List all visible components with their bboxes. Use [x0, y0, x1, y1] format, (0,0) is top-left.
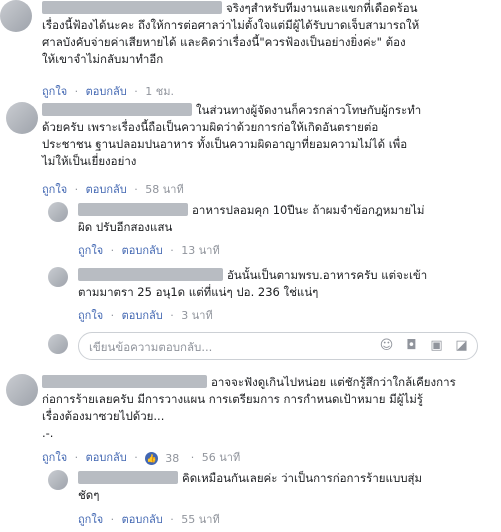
avatar[interactable]	[6, 374, 38, 406]
avatar[interactable]	[48, 470, 68, 490]
commenter-name[interactable]	[42, 375, 207, 388]
reply-link[interactable]: ตอบกลับ	[122, 309, 163, 322]
commenter-name[interactable]	[42, 1, 222, 14]
comment-text: อาหารปลอมคุก 10ปีนะ ถ้าผมจำข้อกฎหมายไม่ …	[78, 203, 425, 234]
commenter-name[interactable]	[42, 103, 192, 116]
comment-text: คิดเหมือนกันเลยค่ะ ว่าเป็นการก่อการร้ายแ…	[78, 471, 423, 502]
reply-link[interactable]: ตอบกลับ	[86, 85, 127, 98]
like-link[interactable]: ถูกใจ	[42, 183, 67, 196]
reply-link[interactable]: ตอบกลับ	[122, 244, 163, 257]
reply-link[interactable]: ตอบกลับ	[86, 451, 127, 464]
avatar[interactable]	[6, 102, 38, 134]
emoji-icon[interactable]: ☺	[379, 338, 394, 353]
like-link[interactable]: ถูกใจ	[78, 513, 103, 526]
comment-actions: ถูกใจ · ตอบกลับ · 58 นาที	[42, 183, 184, 196]
comment-actions: ถูกใจ · ตอบกลับ · 👍 38 · 56 นาที	[42, 451, 241, 465]
comment-actions: ถูกใจ · ตอบกลับ · 13 นาที	[78, 244, 220, 257]
avatar	[48, 334, 68, 354]
timestamp[interactable]: 1 ชม.	[145, 85, 174, 98]
like-link[interactable]: ถูกใจ	[42, 85, 67, 98]
reply-placeholder: เขียนข้อความตอบกลับ...	[89, 340, 213, 354]
reply-link[interactable]: ตอบกลับ	[86, 183, 127, 196]
commenter-name[interactable]	[78, 203, 188, 216]
reply-input[interactable]: เขียนข้อความตอบกลับ... ☺ ◘ ▣ ◪	[78, 332, 478, 360]
reply-link[interactable]: ตอบกลับ	[122, 513, 163, 526]
commenter-name[interactable]	[78, 268, 223, 281]
like-link[interactable]: ถูกใจ	[78, 244, 103, 257]
timestamp[interactable]: 13 นาที	[181, 244, 219, 257]
comment-text: จริงๆสำหรับทีมงานและแขกที่เดือดร้อน เรื่…	[42, 1, 420, 66]
timestamp[interactable]: 3 นาที	[181, 309, 212, 322]
timestamp[interactable]: 56 นาที	[202, 451, 240, 464]
timestamp[interactable]: 58 นาที	[145, 183, 183, 196]
commenter-name[interactable]	[78, 471, 178, 484]
like-link[interactable]: ถูกใจ	[42, 451, 67, 464]
camera-icon[interactable]: ◘	[404, 338, 419, 353]
comment-text: อาจจะฟังดูเกินไปหน่อย แต่ชักรู้สึกว่าใกล…	[42, 375, 456, 440]
thumbs-up-icon: 👍	[145, 452, 159, 465]
avatar[interactable]	[48, 202, 68, 222]
comment-actions: ถูกใจ · ตอบกลับ · 1 ชม.	[42, 85, 174, 98]
comment-actions: ถูกใจ · ตอบกลับ · 3 นาที	[78, 309, 213, 322]
comment-text: ในส่วนทางผู้จัดงานก็ควรกล่าวโทษกับผู้กระ…	[42, 103, 422, 168]
gif-icon[interactable]: ▣	[429, 338, 444, 353]
like-link[interactable]: ถูกใจ	[78, 309, 103, 322]
comment-actions: ถูกใจ · ตอบกลับ · 55 นาที	[78, 513, 220, 526]
reaction-count[interactable]: 👍 38	[145, 452, 183, 465]
timestamp[interactable]: 55 นาที	[181, 513, 219, 526]
sticker-icon[interactable]: ◪	[454, 338, 469, 353]
avatar[interactable]	[0, 0, 32, 32]
avatar[interactable]	[48, 267, 68, 287]
comment-text: อันนั้นเป็นตามพรบ.อาหารครับ แต่จะเข้า ตา…	[78, 268, 428, 299]
